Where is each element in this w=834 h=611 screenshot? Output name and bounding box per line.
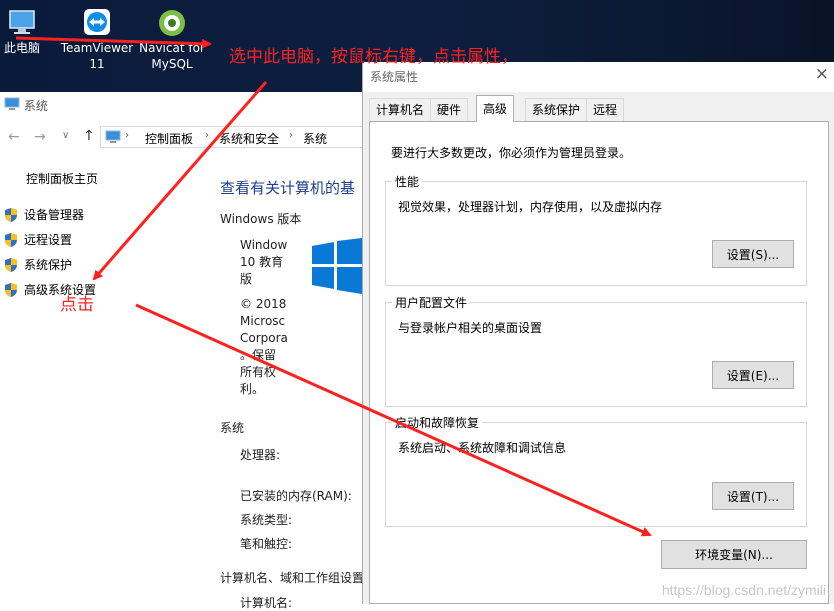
ram-label: 已安装的内存(RAM): bbox=[240, 489, 352, 503]
close-icon[interactable]: × bbox=[815, 64, 829, 84]
teamviewer-icon bbox=[80, 8, 114, 38]
startup-recovery-settings-button[interactable]: 设置(T)... bbox=[712, 482, 794, 510]
annotation-step2: 点击 bbox=[60, 295, 94, 315]
desktop-icon-navicat[interactable]: Navicat for MySQL bbox=[134, 8, 210, 72]
user-profiles-settings-button[interactable]: 设置(E)... bbox=[712, 361, 794, 389]
desktop-icon-label: TeamViewer 11 bbox=[60, 41, 134, 71]
desktop-icon-teamviewer[interactable]: TeamViewer 11 bbox=[56, 8, 138, 72]
environment-variables-button[interactable]: 环境变量(N)... bbox=[661, 540, 807, 569]
group-description: 视觉效果，处理器计划，内存使用，以及虚拟内存 bbox=[398, 200, 663, 214]
watermark: https://blog.csdn.net/zymili bbox=[661, 582, 826, 598]
desktop-icon-label: Navicat for MySQL bbox=[139, 41, 205, 71]
group-startup-recovery: 启动和故障恢复 系统启动、系统故障和调试信息 设置(T)... bbox=[385, 414, 807, 527]
address-bar[interactable]: › 控制面板 › 系统和安全 › 系统 bbox=[100, 126, 362, 148]
tab-hardware[interactable]: 硬件 bbox=[430, 98, 469, 121]
tab-advanced[interactable]: 高级 bbox=[476, 95, 515, 122]
chevron-right-icon: › bbox=[289, 130, 293, 141]
sidebar-home-link[interactable]: 控制面板主页 bbox=[26, 170, 98, 187]
group-user-profiles: 用户配置文件 与登录帐户相关的桌面设置 设置(E)... bbox=[385, 294, 807, 407]
group-title: 启动和故障恢复 bbox=[392, 414, 483, 431]
edition-text: Window 10 教育 版 bbox=[240, 238, 288, 286]
desktop-icon-this-pc[interactable]: 此电脑 bbox=[0, 8, 62, 56]
uac-shield-icon bbox=[4, 282, 18, 298]
group-performance: 性能 视觉效果，处理器计划，内存使用，以及虚拟内存 设置(S)... bbox=[385, 173, 807, 286]
advanced-tab-page: 要进行大多数更改，你必须作为管理员登录。 性能 视觉效果，处理器计划，内存使用，… bbox=[369, 121, 829, 604]
navicat-icon bbox=[155, 8, 189, 38]
uac-shield-icon bbox=[4, 257, 18, 273]
forward-arrow-icon[interactable]: → bbox=[34, 129, 46, 145]
copyright-text: © 2018 Microsc Corpora 。保留 所有权 利。 bbox=[240, 297, 288, 396]
sidebar-item-remote-settings[interactable]: 远程设置 bbox=[4, 231, 72, 248]
back-arrow-icon[interactable]: ← bbox=[8, 129, 20, 145]
system-window: 系统 ← → ∨ ↑ › 控制面板 › 系统和安全 › 系统 控制面板主页 设备… bbox=[0, 92, 365, 610]
desktop-icon-label: 此电脑 bbox=[3, 41, 40, 55]
page-heading: 查看有关计算机的基 bbox=[220, 179, 356, 197]
admin-note: 要进行大多数更改，你必须作为管理员登录。 bbox=[391, 146, 632, 160]
uac-shield-icon bbox=[4, 207, 18, 223]
tab-remote[interactable]: 远程 bbox=[586, 98, 625, 121]
computer-icon bbox=[105, 130, 121, 147]
breadcrumb-item[interactable]: 系统和安全 bbox=[219, 130, 279, 147]
sidebar-item-device-manager[interactable]: 设备管理器 bbox=[4, 206, 84, 223]
group-title: 用户配置文件 bbox=[392, 294, 471, 311]
processor-label: 处理器: bbox=[240, 448, 281, 462]
this-pc-icon bbox=[5, 8, 39, 38]
group-description: 与登录帐户相关的桌面设置 bbox=[398, 321, 543, 335]
tab-system-protection[interactable]: 系统保护 bbox=[525, 98, 588, 121]
performance-settings-button[interactable]: 设置(S)... bbox=[712, 240, 794, 268]
computer-icon bbox=[4, 97, 20, 114]
chevron-right-icon: › bbox=[205, 130, 209, 141]
section-system: 系统 bbox=[220, 421, 245, 435]
section-computer-name: 计算机名、域和工作组设置 bbox=[220, 571, 365, 585]
sidebar-item-system-protection[interactable]: 系统保护 bbox=[4, 256, 72, 273]
windows-logo-icon bbox=[312, 238, 362, 297]
group-title: 性能 bbox=[392, 173, 423, 190]
system-type-label: 系统类型: bbox=[240, 513, 293, 527]
breadcrumb-item[interactable]: 系统 bbox=[303, 130, 327, 147]
system-window-title: 系统 bbox=[4, 97, 48, 114]
annotation-step1: 选中此电脑，按鼠标右键，点击属性， bbox=[229, 47, 518, 67]
uac-shield-icon bbox=[4, 232, 18, 248]
computer-name-label: 计算机名: bbox=[240, 596, 293, 610]
chevron-right-icon: › bbox=[125, 130, 129, 141]
dialog-title: 系统属性 bbox=[370, 70, 419, 84]
tab-computer-name[interactable]: 计算机名 bbox=[369, 98, 432, 121]
system-properties-dialog: 系统属性 × 计算机名 硬件 高级 系统保护 远程 要进行大多数更改，你必须作为… bbox=[362, 62, 834, 604]
up-arrow-icon[interactable]: ↑ bbox=[83, 128, 95, 144]
breadcrumb-item[interactable]: 控制面板 bbox=[145, 130, 193, 147]
section-windows-edition: Windows 版本 bbox=[220, 212, 302, 226]
group-description: 系统启动、系统故障和调试信息 bbox=[398, 441, 567, 455]
pen-touch-label: 笔和触控: bbox=[240, 537, 293, 551]
history-chevron-icon[interactable]: ∨ bbox=[62, 130, 69, 141]
